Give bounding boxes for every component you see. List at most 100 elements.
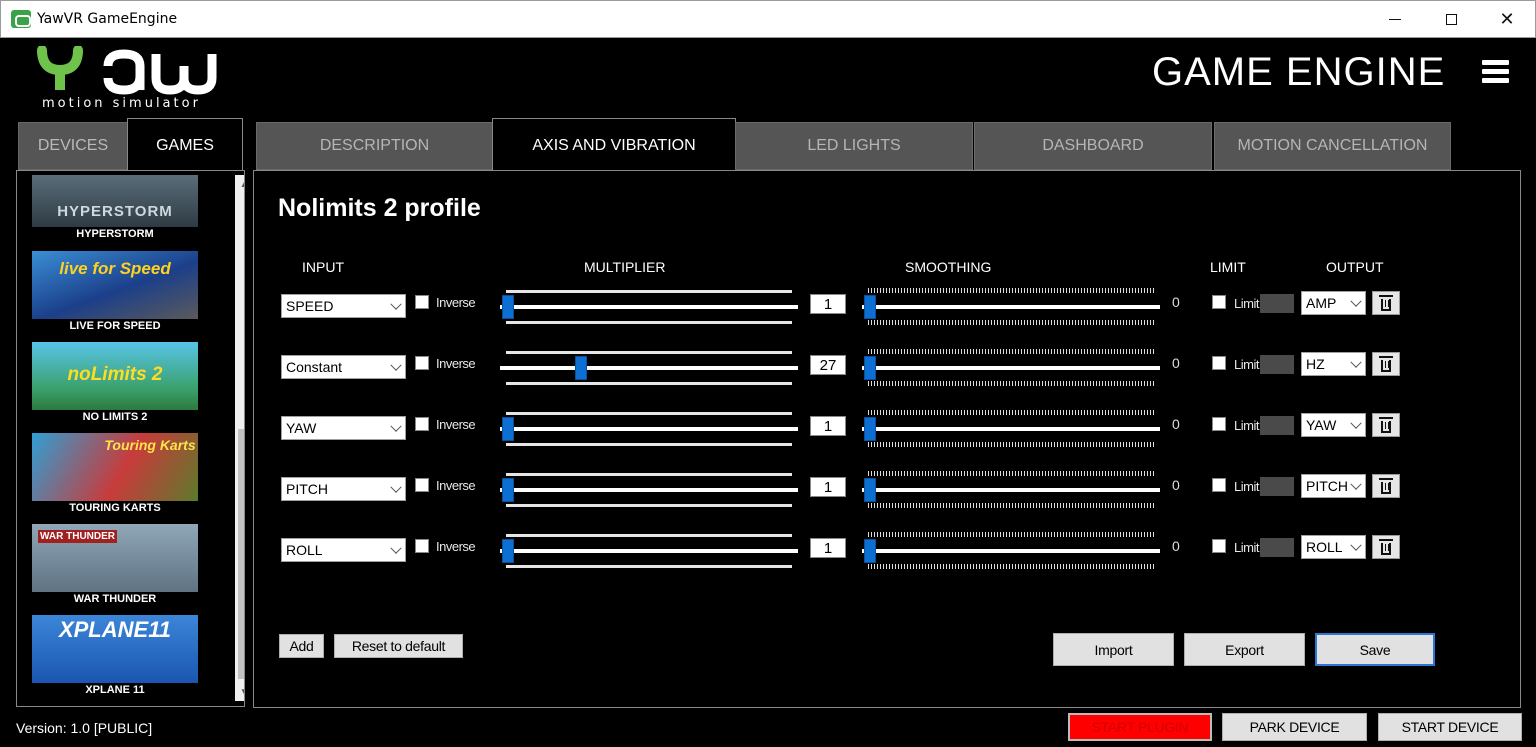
inverse-checkbox[interactable] — [415, 478, 429, 492]
scroll-down-icon[interactable]: ▼ — [235, 683, 244, 701]
limit-checkbox[interactable] — [1212, 295, 1226, 309]
game-item-xplane-11[interactable]: XPLANE11 XPLANE 11 — [32, 615, 198, 696]
multiplier-slider[interactable] — [500, 409, 798, 449]
output-select[interactable]: ROLL — [1301, 535, 1366, 559]
axis-row: PITCH Inverse 1 0 Limit PITCH — [0, 471, 1536, 535]
input-select[interactable]: SPEED — [281, 294, 406, 318]
input-select-value: YAW — [286, 420, 317, 436]
smoothing-slider[interactable] — [862, 348, 1160, 388]
reset-to-default-button[interactable]: Reset to default — [334, 634, 463, 658]
input-select[interactable]: Constant — [281, 355, 406, 379]
multiplier-slider[interactable] — [500, 470, 798, 510]
delete-axis-button[interactable] — [1372, 535, 1400, 559]
multiplier-slider[interactable] — [500, 348, 798, 388]
output-select[interactable]: PITCH — [1301, 474, 1366, 498]
output-select-value: PITCH — [1306, 478, 1348, 494]
version-label: Version: 1.0 [PUBLIC] — [16, 720, 153, 736]
tab-description[interactable]: DESCRIPTION — [256, 122, 493, 170]
save-button[interactable]: Save — [1315, 633, 1435, 666]
multiplier-value[interactable]: 1 — [810, 538, 846, 558]
limit-value-field[interactable] — [1260, 294, 1294, 313]
delete-axis-button[interactable] — [1372, 352, 1400, 376]
slider-thumb[interactable] — [864, 539, 876, 563]
profile-title: Nolimits 2 profile — [278, 194, 481, 222]
slider-thumb[interactable] — [864, 478, 876, 502]
multiplier-slider[interactable] — [500, 287, 798, 327]
limit-value-field[interactable] — [1260, 538, 1294, 557]
smoothing-value: 0 — [1172, 294, 1180, 310]
input-select[interactable]: ROLL — [281, 538, 406, 562]
add-button[interactable]: Add — [279, 634, 324, 658]
input-select-value: SPEED — [286, 298, 334, 314]
smoothing-slider[interactable] — [862, 409, 1160, 449]
slider-thumb[interactable] — [502, 478, 514, 502]
maximize-icon[interactable] — [1423, 1, 1479, 37]
import-button[interactable]: Import — [1053, 633, 1174, 666]
axis-row: YAW Inverse 1 0 Limit YAW — [0, 410, 1536, 474]
delete-axis-button[interactable] — [1372, 413, 1400, 437]
input-select[interactable]: YAW — [281, 416, 406, 440]
tab-led-lights[interactable]: LED LIGHTS — [735, 122, 973, 170]
slider-thumb[interactable] — [864, 417, 876, 441]
output-select-value: HZ — [1306, 356, 1325, 372]
slider-thumb[interactable] — [502, 295, 514, 319]
multiplier-value[interactable]: 1 — [810, 477, 846, 497]
slider-thumb[interactable] — [864, 356, 876, 380]
slider-thumb[interactable] — [575, 356, 587, 380]
tab-devices[interactable]: DEVICES — [18, 122, 128, 170]
chevron-down-icon — [1350, 417, 1362, 429]
limit-value-field[interactable] — [1260, 477, 1294, 496]
input-select-value: Constant — [286, 359, 343, 375]
chevron-down-icon — [1350, 295, 1362, 307]
smoothing-slider[interactable] — [862, 287, 1160, 327]
limit-value-field[interactable] — [1260, 416, 1294, 435]
output-select[interactable]: YAW — [1301, 413, 1366, 437]
delete-axis-button[interactable] — [1372, 291, 1400, 315]
tab-dashboard[interactable]: DASHBOARD — [974, 122, 1212, 170]
inverse-checkbox[interactable] — [415, 356, 429, 370]
slider-thumb[interactable] — [864, 295, 876, 319]
smoothing-slider[interactable] — [862, 470, 1160, 510]
multiplier-slider[interactable] — [500, 531, 798, 571]
game-thumbnail: HYPERSTORM — [32, 175, 198, 227]
limit-checkbox[interactable] — [1212, 478, 1226, 492]
inverse-checkbox[interactable] — [415, 417, 429, 431]
close-icon[interactable]: ✕ — [1479, 1, 1535, 37]
output-select[interactable]: HZ — [1301, 352, 1366, 376]
smoothing-slider[interactable] — [862, 531, 1160, 571]
multiplier-value[interactable]: 27 — [810, 355, 846, 375]
multiplier-value[interactable]: 1 — [810, 294, 846, 314]
axis-row: ROLL Inverse 1 0 Limit ROLL — [0, 532, 1536, 596]
tab-games[interactable]: GAMES — [127, 118, 243, 172]
scroll-up-icon[interactable]: ▲ — [235, 175, 244, 193]
window-titlebar: YawVR GameEngine ✕ — [0, 0, 1536, 38]
chevron-down-icon — [390, 420, 402, 432]
limit-checkbox[interactable] — [1212, 417, 1226, 431]
tab-motion-cancellation[interactable]: MOTION CANCELLATION — [1214, 122, 1451, 170]
output-select-value: AMP — [1306, 295, 1337, 311]
limit-label: Limit — [1234, 479, 1259, 494]
start-device-button[interactable]: START DEVICE — [1378, 713, 1522, 741]
limit-checkbox[interactable] — [1212, 539, 1226, 553]
slider-thumb[interactable] — [502, 539, 514, 563]
input-select[interactable]: PITCH — [281, 477, 406, 501]
game-item-hyperstorm[interactable]: HYPERSTORM HYPERSTORM — [32, 175, 198, 240]
delete-axis-button[interactable] — [1372, 474, 1400, 498]
output-select[interactable]: AMP — [1301, 291, 1366, 315]
minimize-icon[interactable] — [1367, 1, 1423, 37]
game-thumbnail: XPLANE11 — [32, 615, 198, 683]
slider-thumb[interactable] — [502, 417, 514, 441]
park-device-button[interactable]: PARK DEVICE — [1222, 713, 1367, 741]
tab-axis-and-vibration[interactable]: AXIS AND VIBRATION — [492, 118, 736, 172]
limit-checkbox[interactable] — [1212, 356, 1226, 370]
inverse-checkbox[interactable] — [415, 295, 429, 309]
export-button[interactable]: Export — [1184, 633, 1305, 666]
inverse-checkbox[interactable] — [415, 539, 429, 553]
limit-value-field[interactable] — [1260, 355, 1294, 374]
chevron-down-icon — [390, 481, 402, 493]
hamburger-icon[interactable] — [1482, 60, 1509, 84]
start-plugin-button[interactable]: START PLUGIN — [1068, 713, 1212, 741]
multiplier-value[interactable]: 1 — [810, 416, 846, 436]
chevron-down-icon — [390, 298, 402, 310]
column-header-multiplier: MULTIPLIER — [584, 259, 666, 275]
